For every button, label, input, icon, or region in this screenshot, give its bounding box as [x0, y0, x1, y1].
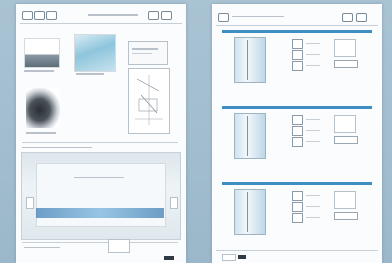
category-thumbnail-2[interactable]	[74, 34, 116, 72]
option-label-1	[306, 119, 320, 120]
variant-drawing	[334, 115, 356, 133]
search-icon[interactable]	[342, 13, 353, 22]
section-1	[222, 30, 372, 85]
category-text-3	[132, 53, 152, 54]
product-image[interactable]	[234, 113, 266, 159]
product-variants-page	[212, 4, 382, 263]
header-divider	[20, 23, 182, 24]
option-label-1	[306, 43, 320, 44]
section-3	[222, 182, 372, 237]
banner-caption	[74, 177, 124, 178]
variant-button[interactable]	[334, 212, 358, 220]
option-label-2	[306, 54, 320, 55]
option-label-1	[306, 195, 320, 196]
section-accent-bar	[222, 106, 372, 109]
option-label-3	[306, 65, 320, 66]
header-divider	[216, 25, 378, 26]
category-thumbnail-1[interactable]	[24, 38, 60, 68]
option-thumb-1[interactable]	[292, 191, 303, 201]
footer-divider	[216, 250, 378, 251]
section-heading	[22, 147, 92, 148]
forward-icon[interactable]	[34, 11, 45, 20]
header-breadcrumb	[232, 16, 284, 17]
banner-floor	[36, 208, 164, 218]
variant-button[interactable]	[334, 60, 358, 68]
variant-drawing	[334, 191, 356, 209]
option-label-3	[306, 141, 320, 142]
option-thumb-1[interactable]	[292, 115, 303, 125]
option-thumb-2[interactable]	[292, 202, 303, 212]
back-icon[interactable]	[22, 11, 33, 20]
option-thumb-3[interactable]	[292, 137, 303, 147]
technical-drawing-svg	[135, 75, 163, 125]
variant-drawing	[334, 39, 356, 57]
option-thumb-2[interactable]	[292, 126, 303, 136]
section-divider	[22, 142, 178, 143]
category-label-4	[26, 132, 56, 134]
category-label-3	[132, 48, 158, 50]
product-image[interactable]	[234, 189, 266, 235]
option-label-2	[306, 130, 320, 131]
section-accent-bar	[222, 182, 372, 185]
banner-next-icon[interactable]	[170, 197, 178, 209]
variant-button[interactable]	[334, 136, 358, 144]
category-label-1	[24, 70, 54, 72]
header-title-placeholder	[88, 14, 138, 16]
option-thumb-2[interactable]	[292, 50, 303, 60]
option-thumb-3[interactable]	[292, 213, 303, 223]
option-thumb-3[interactable]	[292, 61, 303, 71]
product-overview-page	[16, 4, 186, 263]
menu-icon[interactable]	[356, 13, 367, 22]
footer-divider	[22, 242, 178, 243]
category-thumbnail-4[interactable]	[26, 88, 60, 128]
footer-text	[24, 247, 60, 248]
footer-button[interactable]	[164, 256, 174, 260]
footer-page-indicator[interactable]	[238, 255, 246, 259]
back-icon[interactable]	[218, 13, 229, 22]
category-label-2	[76, 73, 104, 75]
footer-logo	[108, 239, 130, 253]
option-thumb-1[interactable]	[292, 39, 303, 49]
search-icon[interactable]	[148, 11, 159, 20]
home-icon[interactable]	[46, 11, 57, 20]
hero-banner[interactable]	[21, 152, 181, 240]
section-2	[222, 106, 372, 161]
banner-prev-icon[interactable]	[26, 197, 34, 209]
section-accent-bar	[222, 30, 372, 33]
product-image[interactable]	[234, 37, 266, 83]
option-label-2	[306, 206, 320, 207]
menu-icon[interactable]	[161, 11, 172, 20]
footer-prev[interactable]	[222, 254, 236, 261]
option-label-3	[306, 217, 320, 218]
technical-drawing	[128, 68, 170, 134]
